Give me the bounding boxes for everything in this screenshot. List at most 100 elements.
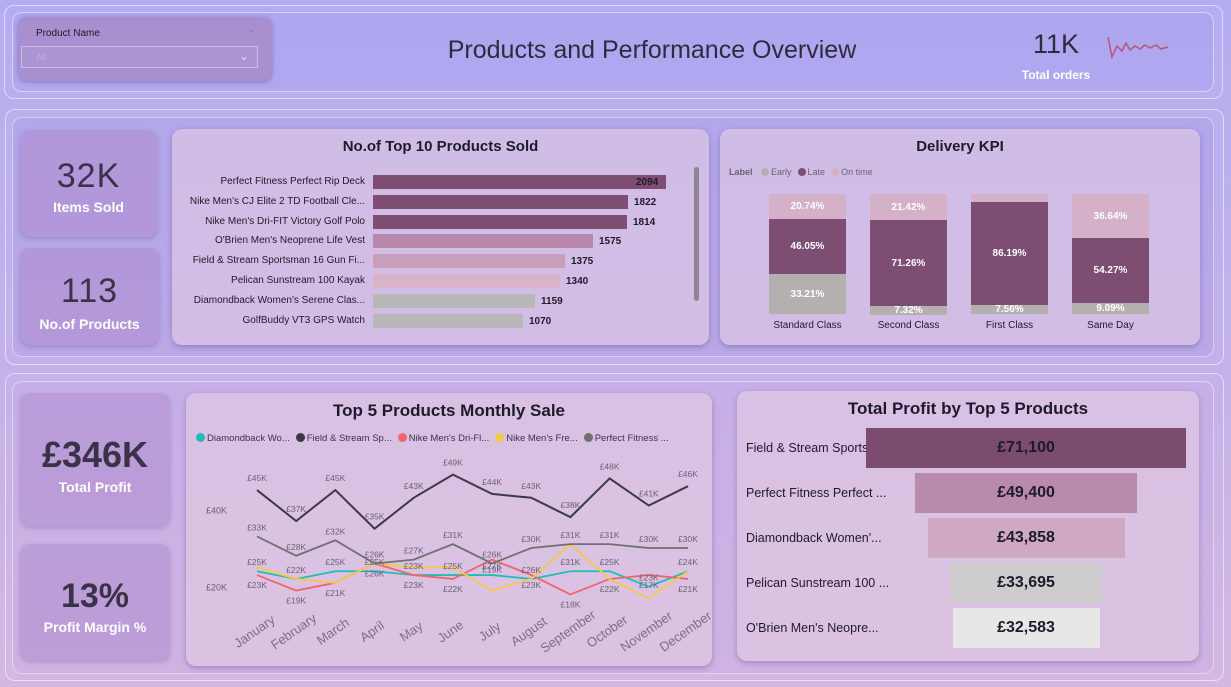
products-label: No.of Products xyxy=(39,316,140,332)
profit-product-label: Field & Stream Sports... xyxy=(746,441,879,455)
data-label: £19K xyxy=(286,596,306,606)
data-label: £23K xyxy=(247,580,267,590)
segment-on-time xyxy=(971,194,1048,202)
data-label: £30K xyxy=(678,534,698,544)
profit-bar: £32,583 xyxy=(952,608,1100,648)
slicer-dropdown[interactable]: All ⌄ xyxy=(21,46,258,68)
product-value: 1340 xyxy=(566,276,589,287)
series-line xyxy=(256,558,689,596)
product-label: GolfBuddy VT3 GPS Watch xyxy=(242,314,365,326)
profit-title: Total Profit by Top 5 Products xyxy=(847,399,1089,418)
x-tick-label: July xyxy=(476,618,504,644)
items-sold-card: 32K Items Sold xyxy=(20,130,157,237)
delivery-panel: Delivery KPI Label Early Late On time 20.7… xyxy=(720,129,1200,345)
data-label: £43K xyxy=(404,481,424,491)
product-bar xyxy=(373,214,627,229)
delivery-bar: 21.42% 71.26% 7.32% xyxy=(870,194,947,316)
sparkline-line xyxy=(1107,36,1169,60)
legend-item-label: Late xyxy=(807,167,826,177)
product-label: Perfect Fitness Perfect Rip Deck xyxy=(220,176,366,187)
scrollbar[interactable] xyxy=(694,167,699,301)
top10-title: No.of Top 10 Products Sold xyxy=(342,138,539,155)
slicer-label: Product Name xyxy=(36,28,100,39)
segment-early: 9.09% xyxy=(1072,303,1149,314)
product-slicer[interactable]: Product Name ⌄ All ⌄ xyxy=(18,17,272,81)
profit-bar: £43,858 xyxy=(927,518,1125,558)
product-bar xyxy=(373,234,593,249)
segment-late: 71.26% xyxy=(870,220,947,306)
x-tick-label: March xyxy=(314,615,352,648)
data-label: £31K xyxy=(561,530,581,540)
product-bar xyxy=(373,175,666,189)
product-label: Field & Stream Sportsman 16 Gun Fi... xyxy=(192,255,365,267)
profit-margin-card: 13% Profit Margin % xyxy=(20,544,170,660)
products-value: 113 xyxy=(60,272,119,310)
product-label: O'Brien Men's Neoprene Life Vest xyxy=(214,235,365,247)
data-label: £25K xyxy=(247,557,267,567)
profit-bar: £49,400 xyxy=(915,473,1137,513)
x-tick-label: June xyxy=(434,617,466,645)
data-label: £25K xyxy=(325,557,345,567)
data-label: £26K xyxy=(482,549,502,559)
data-label: £31K xyxy=(443,530,463,540)
profit-margin-label: Profit Margin % xyxy=(43,619,147,635)
profit-product-label: Diamondback Women'... xyxy=(746,531,882,545)
product-label: Diamondback Women's Serene Clas... xyxy=(193,294,365,306)
data-label: £17K xyxy=(639,580,659,590)
legend-dot-icon xyxy=(761,168,770,176)
data-label: £22K xyxy=(443,584,463,594)
legend-item-on-time: On time xyxy=(831,167,873,177)
legend-dot-icon xyxy=(831,168,840,176)
product-value: 1159 xyxy=(541,295,563,307)
page-title: Products and Performance Overview xyxy=(447,36,857,64)
data-label: £31K xyxy=(561,557,581,567)
segment-late: 46.05% xyxy=(769,219,846,274)
data-label: £26K xyxy=(365,568,385,578)
data-label: £22K xyxy=(286,565,306,575)
data-label: £25K xyxy=(443,561,463,571)
data-label: £23K xyxy=(404,580,424,590)
delivery-category-label: Same Day xyxy=(1087,320,1134,331)
data-label: £19K xyxy=(482,565,502,575)
segment-late: 54.27% xyxy=(1072,238,1149,303)
legend-item-label: Early xyxy=(771,167,792,177)
product-value: 2094 xyxy=(636,177,659,188)
data-label: £45K xyxy=(247,473,267,483)
total-profit-value: £346K xyxy=(41,434,149,475)
data-label: £25K xyxy=(365,557,385,567)
data-label: £43K xyxy=(521,481,541,491)
data-label: £31K xyxy=(600,530,620,540)
segment-early: 7.32% xyxy=(870,305,947,316)
orders-sparkline xyxy=(1107,36,1169,60)
y-tick-label: £20K xyxy=(206,583,227,593)
data-label: £46K xyxy=(678,469,698,479)
profit-margin-value: 13% xyxy=(60,577,130,615)
series-line xyxy=(256,473,689,531)
delivery-legend: Label Early Late On time xyxy=(729,167,873,177)
product-value: 1375 xyxy=(571,256,594,268)
monthly-sale-panel: Top 5 Products Monthly Sale Diamondback … xyxy=(186,393,712,666)
slicer-clear-icon[interactable]: ⌄ xyxy=(247,24,255,35)
product-bar xyxy=(373,293,535,308)
data-label: £48K xyxy=(600,461,620,471)
data-label: £26K xyxy=(521,565,541,575)
segment-on-time: 20.74% xyxy=(769,194,846,219)
chevron-down-icon[interactable]: ⌄ xyxy=(239,49,249,63)
data-label: £32K xyxy=(325,526,345,536)
profit-panel: Total Profit by Top 5 Products Field & S… xyxy=(737,391,1199,661)
orders-value: 11K xyxy=(1032,29,1080,59)
product-bar xyxy=(373,274,560,288)
data-label: £21K xyxy=(678,584,698,594)
series-line xyxy=(256,542,689,600)
data-label: £41K xyxy=(639,489,659,499)
products-card: 113 No.of Products xyxy=(20,248,159,345)
delivery-category-label: Second Class xyxy=(877,320,940,331)
data-label: £28K xyxy=(286,542,306,552)
legend-items: Early Late On time xyxy=(755,167,873,177)
data-label: £21K xyxy=(325,588,345,598)
legend-item-late: Late xyxy=(797,167,826,177)
delivery-bar: 86.19% 7.56% xyxy=(971,194,1048,315)
product-label: Pelican Sunstream 100 Kayak xyxy=(231,275,365,286)
items-sold-label: Items Sold xyxy=(53,199,124,215)
product-bar xyxy=(373,194,628,209)
